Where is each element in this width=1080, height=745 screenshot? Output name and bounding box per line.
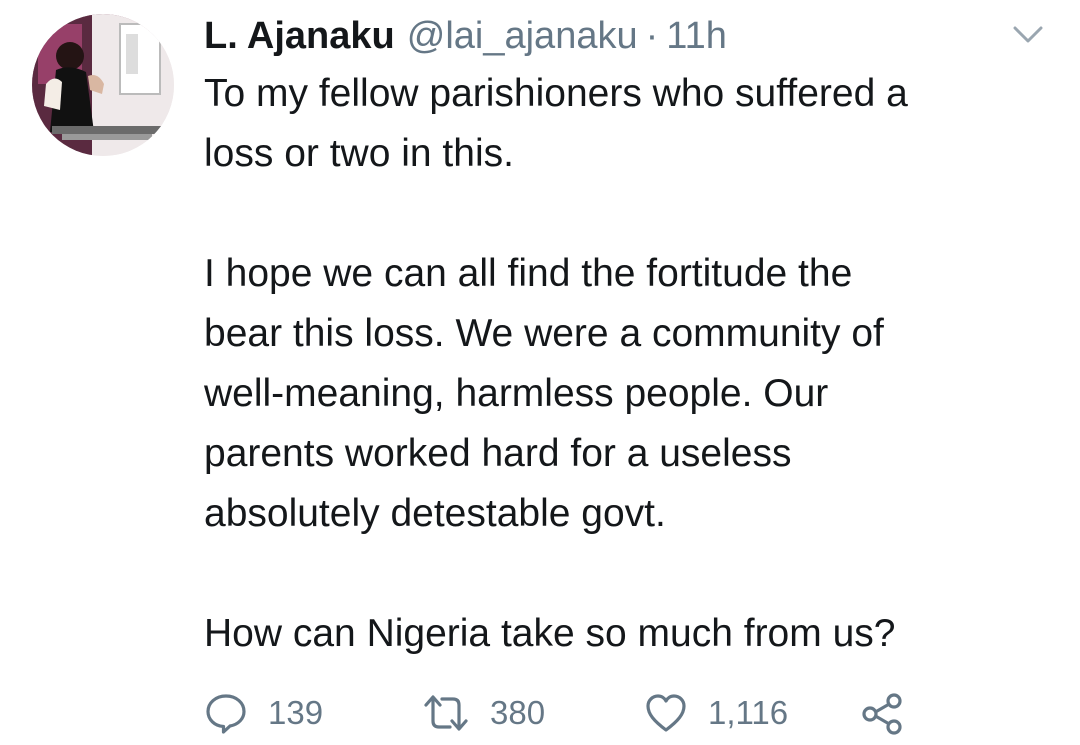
tweet-paragraph: I hope we can all find the fortitude the…: [204, 244, 1054, 544]
like-count: 1,116: [708, 694, 789, 731]
tweet-line: To my fellow parishioners who suffered a: [204, 72, 908, 115]
chevron-down-icon[interactable]: [1012, 24, 1044, 46]
tweet-line: bear this loss. We were a community of: [204, 312, 884, 355]
tweet-line: loss or two in this.: [204, 132, 514, 175]
tweet-line: well-meaning, harmless people. Our: [204, 372, 829, 415]
tweet-line: absolutely detestable govt.: [204, 492, 666, 535]
share-button[interactable]: [860, 690, 904, 736]
tweet-line: I hope we can all find the fortitude the: [204, 252, 853, 295]
timestamp[interactable]: 11h: [666, 17, 727, 55]
tweet-header: L. Ajanaku @lai_ajanaku · 11h: [204, 10, 727, 62]
share-icon: [860, 691, 904, 735]
display-name[interactable]: L. Ajanaku: [204, 17, 395, 55]
reply-button[interactable]: 139: [204, 690, 323, 736]
avatar-photo: [32, 14, 174, 156]
tweet-text: To my fellow parishioners who suffered a…: [204, 64, 1054, 664]
avatar[interactable]: [32, 14, 174, 156]
tweet-paragraph: To my fellow parishioners who suffered a…: [204, 64, 1054, 184]
retweet-icon: [422, 691, 470, 735]
tweet-actions: 139 380 1,116: [204, 690, 1024, 736]
like-button[interactable]: 1,116: [644, 690, 788, 736]
tweet-line: How can Nigeria take so much from us?: [204, 612, 896, 655]
header-separator: ·: [645, 15, 659, 57]
retweet-button[interactable]: 380: [422, 690, 545, 736]
user-handle[interactable]: @lai_ajanaku: [407, 17, 638, 55]
reply-icon: [204, 691, 248, 735]
tweet-line: parents worked hard for a useless: [204, 432, 792, 475]
retweet-count: 380: [490, 694, 546, 731]
tweet-paragraph: How can Nigeria take so much from us?: [204, 604, 1054, 664]
reply-count: 139: [268, 694, 324, 731]
heart-icon: [644, 691, 688, 735]
